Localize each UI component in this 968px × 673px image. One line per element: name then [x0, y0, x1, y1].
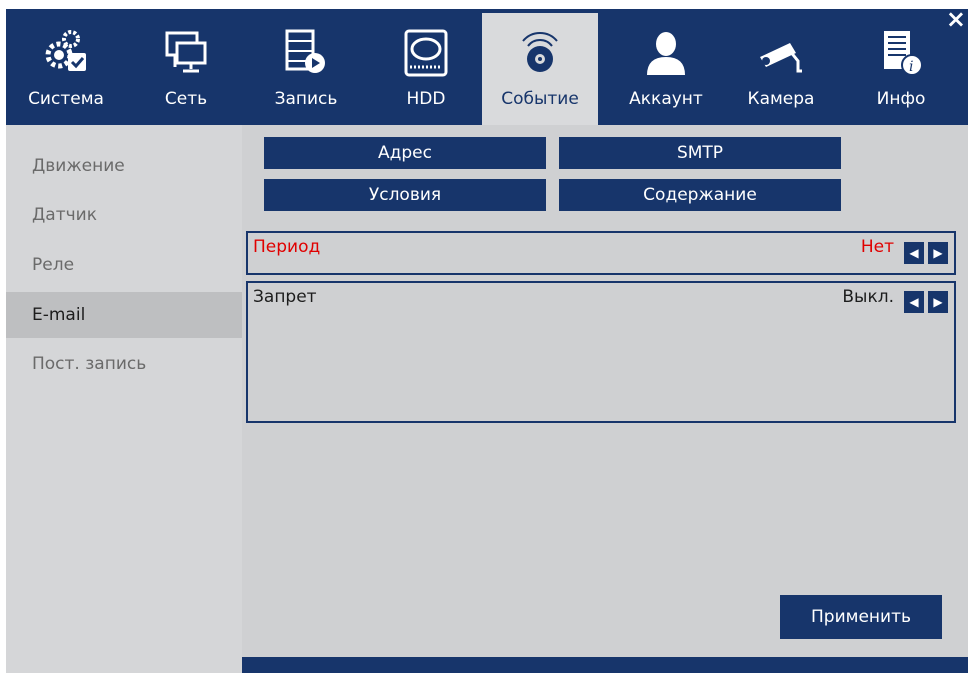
tab-info[interactable]: i Инфо [851, 9, 951, 125]
camera-icon [760, 43, 802, 73]
tab-system[interactable]: Система [6, 9, 126, 125]
subtab-smtp[interactable]: SMTP [559, 137, 841, 169]
tab-label: Камера [747, 89, 815, 109]
tab-account[interactable]: Аккаунт [611, 9, 721, 125]
record-film-icon [285, 29, 325, 73]
tab-hdd[interactable]: HDD [381, 9, 471, 125]
close-icon[interactable]: × [946, 5, 966, 33]
period-value: Нет [860, 237, 894, 257]
sidebar-item-constant-record[interactable]: Пост. запись [6, 341, 242, 387]
tab-label: Система [28, 89, 104, 109]
apply-button[interactable]: Применить [780, 595, 942, 639]
ban-row[interactable]: Запрет Выкл. ◀ ▶ [246, 281, 956, 423]
ban-next-arrow[interactable]: ▶ [928, 291, 948, 313]
tab-label: Аккаунт [629, 89, 703, 109]
system-gears-icon [45, 30, 86, 71]
ban-value: Выкл. [842, 287, 894, 307]
network-monitors-icon [165, 31, 207, 73]
ban-label: Запрет [253, 287, 317, 307]
sidebar-item-sensor[interactable]: Датчик [6, 192, 242, 238]
alarm-bell-icon [522, 31, 558, 72]
tab-label: Запись [274, 89, 338, 109]
svg-text:i: i [909, 59, 913, 75]
info-document-icon: i [884, 31, 923, 76]
settings-window: Система Сеть Запись HDD Событие Аккаунт … [6, 5, 968, 673]
tab-network[interactable]: Сеть [136, 9, 236, 125]
sidebar-item-motion[interactable]: Движение [6, 143, 242, 189]
period-label: Период [253, 237, 321, 257]
tab-event[interactable]: Событие [482, 13, 598, 125]
period-prev-arrow[interactable]: ◀ [904, 242, 924, 264]
tab-label: HDD [406, 89, 446, 109]
tab-camera[interactable]: Камера [731, 9, 831, 125]
sidebar-item-relay[interactable]: Реле [6, 242, 242, 288]
hdd-icon [404, 29, 448, 77]
ban-prev-arrow[interactable]: ◀ [904, 291, 924, 313]
period-next-arrow[interactable]: ▶ [928, 242, 948, 264]
main-tab-bar: Система Сеть Запись HDD Событие Аккаунт … [6, 5, 968, 125]
subtab-content[interactable]: Содержание [559, 179, 841, 211]
tab-label: Сеть [164, 89, 208, 109]
period-row[interactable]: Период Нет ◀ ▶ [246, 231, 956, 275]
email-settings-panel: Адрес SMTP Условия Содержание Период Нет… [242, 125, 968, 657]
user-account-icon [647, 32, 685, 75]
event-sidebar: Движение Датчик Реле E-mail Пост. запись [6, 125, 242, 673]
tab-label: Событие [501, 89, 579, 109]
sidebar-item-email[interactable]: E-mail [6, 292, 242, 338]
subtab-address[interactable]: Адрес [264, 137, 546, 169]
tab-record[interactable]: Запись [251, 9, 361, 125]
tab-label: Инфо [876, 89, 926, 109]
subtab-conditions[interactable]: Условия [264, 179, 546, 211]
